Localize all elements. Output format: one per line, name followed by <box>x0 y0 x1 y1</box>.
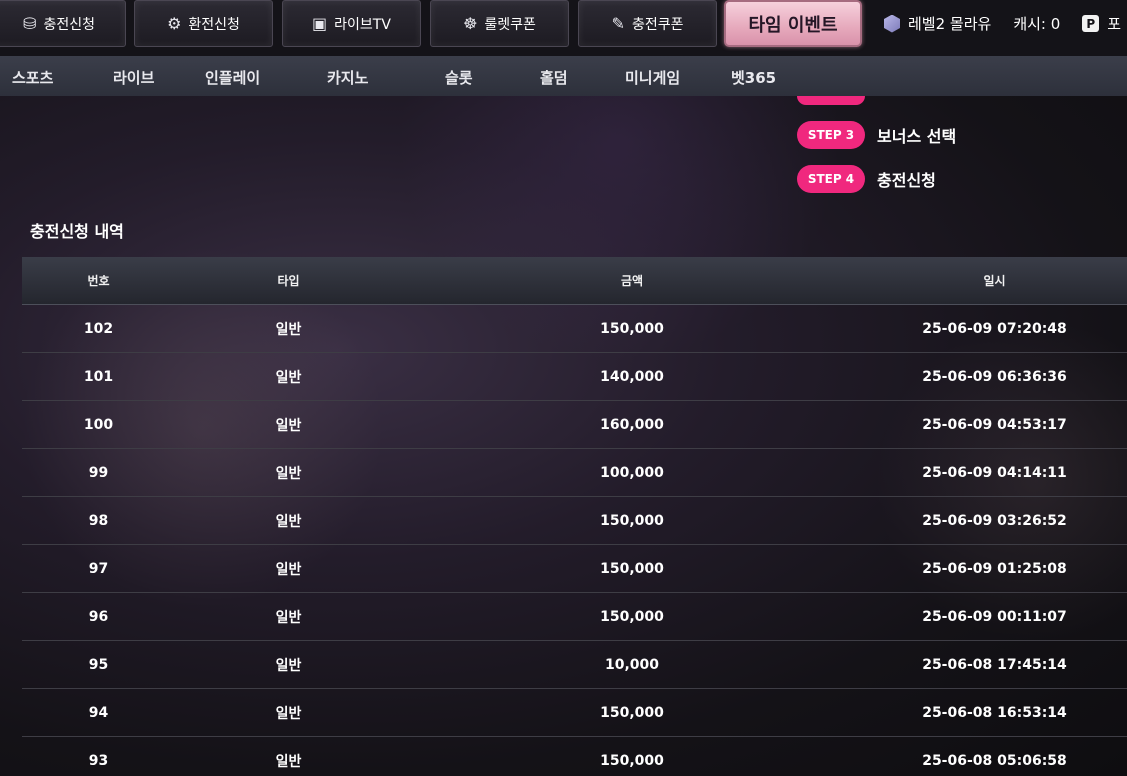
table-header: 번호 타입 금액 일시 <box>22 257 1127 305</box>
roulette-icon: ☸ <box>463 14 478 33</box>
cell-datetime: 25-06-09 07:20:48 <box>922 320 1067 337</box>
nav-item-casino[interactable]: 카지노 <box>327 67 368 88</box>
step-3-badge: STEP 3 <box>797 121 865 149</box>
withdraw-request-label: 환전신청 <box>188 16 240 33</box>
cell-type: 일반 <box>275 513 302 530</box>
column-header-number: 번호 <box>87 274 110 288</box>
cell-number: 96 <box>88 608 109 625</box>
user-info: 레벨2 몰라유 캐시: 0 P 포 <box>884 0 1121 47</box>
cell-datetime: 25-06-09 00:11:07 <box>922 608 1067 625</box>
table-row: 99 일반 100,000 25-06-09 04:14:11 <box>22 449 1127 497</box>
table-row: 95 일반 10,000 25-06-08 17:45:14 <box>22 641 1127 689</box>
nav-item-slot[interactable]: 슬롯 <box>445 67 473 88</box>
cell-number: 94 <box>88 704 109 721</box>
live-tv-icon: ▣ <box>312 14 328 33</box>
exchange-icon: ⚙ <box>167 14 182 33</box>
nav-item-minigame[interactable]: 미니게임 <box>625 67 680 88</box>
cell-number: 102 <box>83 320 114 337</box>
cell-datetime: 25-06-09 06:36:36 <box>922 368 1067 385</box>
cell-amount: 150,000 <box>600 320 664 337</box>
cell-amount: 150,000 <box>600 560 664 577</box>
column-header-amount: 금액 <box>620 274 644 288</box>
cell-type: 일반 <box>275 321 302 338</box>
history-table: 번호 타입 금액 일시 102 일반 150,000 25-06-09 07:2… <box>22 257 1127 776</box>
top-bar: ⛁ 충전신청 ⚙ 환전신청 ▣ 라이브TV ☸ 룰렛쿠폰 ✎ 충전쿠폰 타임 이… <box>0 0 1127 56</box>
deposit-request-button[interactable]: ⛁ 충전신청 <box>0 0 126 47</box>
cell-type: 일반 <box>275 369 302 386</box>
nav-item-sports[interactable]: 스포츠 <box>12 67 53 88</box>
step-3-text: 보너스 선택 <box>877 127 957 146</box>
step-3: STEP 3 보너스 선택 <box>797 121 956 149</box>
cell-amount: 160,000 <box>600 416 664 433</box>
cell-number: 98 <box>88 512 109 529</box>
table-row: 97 일반 150,000 25-06-09 01:25:08 <box>22 545 1127 593</box>
deposit-coupon-label: 충전쿠폰 <box>631 16 684 33</box>
cell-datetime: 25-06-09 04:53:17 <box>922 416 1067 433</box>
table-row: 100 일반 160,000 25-06-09 04:53:17 <box>22 401 1127 449</box>
nav-item-holdem[interactable]: 홀덤 <box>540 67 568 88</box>
cell-number: 101 <box>83 368 114 385</box>
point-label[interactable]: 포 <box>1107 13 1121 34</box>
cell-type: 일반 <box>275 465 302 482</box>
step-4-badge: STEP 4 <box>797 165 865 193</box>
table-row: 93 일반 150,000 25-06-08 05:06:58 <box>22 737 1127 776</box>
point-icon[interactable]: P <box>1082 15 1100 32</box>
cell-type: 일반 <box>275 417 302 434</box>
cell-type: 일반 <box>275 657 302 674</box>
time-event-button[interactable]: 타임 이벤트 <box>724 0 862 47</box>
cell-type: 일반 <box>275 609 302 626</box>
cell-datetime: 25-06-09 04:14:11 <box>922 464 1067 481</box>
step-4-text: 충전신청 <box>877 171 936 190</box>
step-badge-partial <box>797 96 865 105</box>
cell-amount: 140,000 <box>600 368 664 385</box>
user-level: 레벨2 몰라유 <box>908 15 992 33</box>
deposit-request-label: 충전신청 <box>43 16 95 33</box>
column-header-type: 타입 <box>277 274 300 288</box>
deposit-coupon-button[interactable]: ✎ 충전쿠폰 <box>578 0 717 47</box>
step-4: STEP 4 충전신청 <box>797 165 936 193</box>
cell-datetime: 25-06-08 05:06:58 <box>922 752 1067 769</box>
nav-item-live[interactable]: 라이브 <box>113 67 154 88</box>
cell-number: 99 <box>88 464 109 481</box>
cell-type: 일반 <box>275 753 302 770</box>
cell-type: 일반 <box>275 705 302 722</box>
cell-amount: 100,000 <box>600 464 664 481</box>
withdraw-request-button[interactable]: ⚙ 환전신청 <box>134 0 273 47</box>
cell-number: 95 <box>88 656 109 673</box>
column-header-datetime: 일시 <box>983 274 1006 288</box>
main-nav: 스포츠 라이브 인플레이 카지노 슬롯 홀덤 미니게임 벳365 <box>0 56 1127 96</box>
history-title: 충전신청 내역 <box>30 222 124 241</box>
table-row: 98 일반 150,000 25-06-09 03:26:52 <box>22 497 1127 545</box>
cell-amount: 150,000 <box>600 704 664 721</box>
cell-datetime: 25-06-08 16:53:14 <box>922 704 1067 721</box>
roulette-coupon-button[interactable]: ☸ 룰렛쿠폰 <box>430 0 569 47</box>
cell-datetime: 25-06-08 17:45:14 <box>922 656 1067 673</box>
cell-amount: 150,000 <box>600 512 664 529</box>
live-tv-button[interactable]: ▣ 라이브TV <box>282 0 421 47</box>
roulette-coupon-label: 룰렛쿠폰 <box>484 16 536 33</box>
table-row: 96 일반 150,000 25-06-09 00:11:07 <box>22 593 1127 641</box>
nav-item-bet365[interactable]: 벳365 <box>731 67 776 88</box>
cell-datetime: 25-06-09 03:26:52 <box>922 512 1067 529</box>
table-row: 94 일반 150,000 25-06-08 16:53:14 <box>22 689 1127 737</box>
time-event-label: 타임 이벤트 <box>748 14 838 36</box>
live-tv-label: 라이브TV <box>334 16 391 33</box>
coins-icon: ⛁ <box>23 14 37 33</box>
level-gem-icon <box>884 14 900 33</box>
cell-number: 97 <box>88 560 109 577</box>
cell-number: 100 <box>83 416 114 433</box>
table-row: 101 일반 140,000 25-06-09 06:36:36 <box>22 353 1127 401</box>
nav-item-inplay[interactable]: 인플레이 <box>205 67 260 88</box>
cell-number: 93 <box>88 752 109 769</box>
cell-type: 일반 <box>275 561 302 578</box>
ticket-icon: ✎ <box>611 14 625 33</box>
table-row: 102 일반 150,000 25-06-09 07:20:48 <box>22 305 1127 353</box>
cell-amount: 150,000 <box>600 608 664 625</box>
cell-amount: 10,000 <box>604 656 660 673</box>
cell-amount: 150,000 <box>600 752 664 769</box>
cash-balance: 캐시: 0 <box>1013 15 1061 33</box>
cell-datetime: 25-06-09 01:25:08 <box>922 560 1067 577</box>
